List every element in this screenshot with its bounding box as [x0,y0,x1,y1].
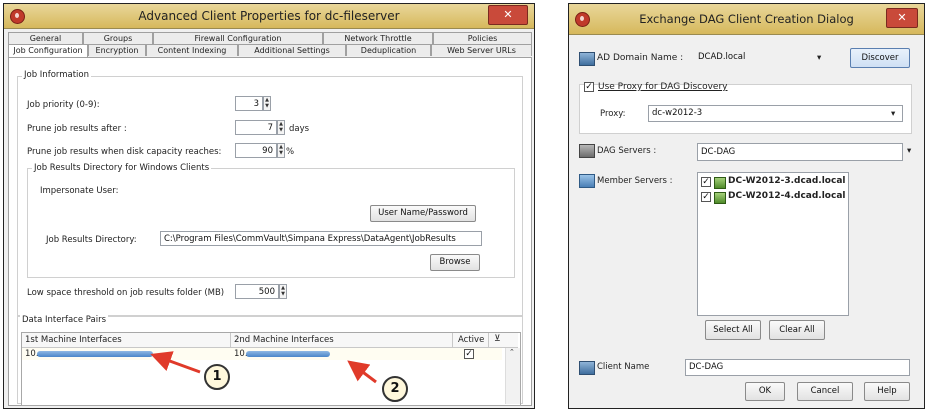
table-scrollbar[interactable]: ⌃ [505,348,520,404]
tab-firewall-configuration[interactable]: Firewall Configuration [153,32,323,44]
prune-after-label: Prune job results after : [27,124,127,134]
cancel-button[interactable]: Cancel [797,382,853,401]
job-results-directory-label: Job Results Directory: [46,235,137,245]
member-server-checkbox[interactable]: ✓ [701,192,711,202]
list-item[interactable]: ✓ DC-W2012-4.dcad.local [701,191,846,204]
browse-button[interactable]: Browse [430,254,480,271]
use-proxy-checkbox[interactable]: ✓ [584,82,594,92]
member-servers-label: Member Servers : [597,176,673,186]
dag-servers-icon [579,144,595,158]
member-servers-icon [579,174,595,188]
data-interface-pairs-title: Data Interface Pairs [20,315,108,325]
column-chooser-icon[interactable]: ⊻ [494,334,501,344]
dag-servers-label: DAG Servers : [597,146,657,156]
prune-after-input[interactable]: 7 [235,120,277,135]
prune-after-spinner[interactable]: ▲ ▼ [277,120,285,135]
callout-badge-1: 1 [204,364,230,390]
low-space-input[interactable]: 500 [235,284,279,299]
col-1st-machine-interfaces[interactable]: 1st Machine Interfaces [25,335,122,345]
job-results-directory-title: Job Results Directory for Windows Client… [32,163,212,173]
server-icon [714,177,726,189]
tab-general[interactable]: General [8,32,83,44]
low-space-spinner[interactable]: ▲ ▼ [279,284,287,299]
proxy-label: Proxy: [600,109,626,119]
ad-domain-label: AD Domain Name : [597,53,684,63]
tab-network-throttle[interactable]: Network Throttle [323,32,433,44]
discover-button[interactable]: Discover [850,48,910,68]
use-proxy-label[interactable]: Use Proxy for DAG Discovery [598,82,728,92]
impersonate-user-label: Impersonate User: [40,186,119,196]
left-close-button[interactable]: ✕ [488,5,528,25]
job-results-directory-input[interactable]: C:\Program Files\CommVault\Simpana Expre… [160,231,482,246]
right-titlebar: Exchange DAG Client Creation Dialog ✕ [569,4,924,35]
job-priority-label: Job priority (0-9): [27,100,100,110]
domain-icon [579,52,595,66]
tab-row-bottom: Job Configuration Encryption Content Ind… [8,44,532,57]
select-all-button[interactable]: Select All [705,320,761,340]
proxy-group: ✓ Use Proxy for DAG Discovery Proxy: dc-… [579,82,912,134]
proxy-dropdown-icon[interactable]: ▾ [891,109,895,119]
table-header: 1st Machine Interfaces 2nd Machine Inter… [22,333,518,348]
job-priority-input[interactable]: 3 [235,96,263,111]
tab-groups[interactable]: Groups [83,32,153,44]
prune-disk-label: Prune job results when disk capacity rea… [27,147,222,157]
dag-servers-dropdown-icon[interactable]: ▾ [907,146,911,156]
tab-policies[interactable]: Policies [433,32,532,44]
client-name-label: Client Name [597,362,650,372]
low-space-label: Low space threshold on job results folde… [27,288,225,298]
user-name-password-button[interactable]: User Name/Password [370,205,476,222]
callout-badge-2: 2 [382,376,408,402]
tab-additional-settings[interactable]: Additional Settings [238,44,346,56]
advanced-client-properties-window: Advanced Client Properties for dc-filese… [3,3,535,409]
job-information-title: Job Information [22,70,92,80]
dag-servers-select[interactable]: DC-DAG [697,143,903,161]
prune-disk-input[interactable]: 90 [235,143,277,158]
prune-disk-unit: % [286,147,295,157]
ad-domain-input[interactable]: DCAD.local [694,49,784,65]
col-divider [488,333,489,347]
member-servers-list[interactable]: ✓ DC-W2012-3.dcad.local ✓ DC-W2012-4.dca… [697,172,849,316]
prune-after-unit: days [289,124,310,134]
ok-button[interactable]: OK [745,382,785,401]
client-name-input[interactable]: DC-DAG [685,359,910,376]
col-divider [452,333,453,347]
active-checkbox[interactable]: ✓ [464,349,474,359]
job-configuration-panel: Job Information Job priority (0-9): 3 ▲ ▼… [8,57,532,406]
col-divider [230,333,231,347]
tab-encryption[interactable]: Encryption [88,44,146,56]
list-item[interactable]: ✓ DC-W2012-3.dcad.local [701,176,846,189]
tab-deduplication[interactable]: Deduplication [346,44,431,56]
clear-all-button[interactable]: Clear All [769,320,825,340]
col-active[interactable]: Active [458,335,484,345]
right-close-button[interactable]: ✕ [886,8,918,28]
ad-domain-dropdown-icon[interactable]: ▾ [817,53,821,63]
prune-disk-spinner[interactable]: ▲ ▼ [277,143,285,158]
tab-job-configuration[interactable]: Job Configuration [8,44,88,57]
left-titlebar: Advanced Client Properties for dc-filese… [4,4,534,29]
redacted-ip-2 [246,351,330,357]
left-window-title: Advanced Client Properties for dc-filese… [138,9,400,23]
scroll-up-icon[interactable]: ⌃ [509,348,515,356]
member-server-checkbox[interactable]: ✓ [701,177,711,187]
member-server-name: DC-W2012-4.dcad.local [728,191,846,201]
tab-web-server-urls[interactable]: Web Server URLs [431,44,532,56]
proxy-select[interactable]: dc-w2012-3 [648,105,903,122]
member-server-name: DC-W2012-3.dcad.local [728,176,846,186]
exchange-dag-client-dialog: Exchange DAG Client Creation Dialog ✕ AD… [568,3,925,409]
data-interface-table: 1st Machine Interfaces 2nd Machine Inter… [21,332,521,406]
job-results-directory-group: Job Results Directory for Windows Client… [27,163,515,278]
table-row[interactable]: 10. 10. ✓ [22,348,502,360]
right-window-title: Exchange DAG Client Creation Dialog [639,12,854,26]
help-button[interactable]: Help [864,382,910,401]
job-priority-spinner[interactable]: ▲ ▼ [263,96,271,111]
col-2nd-machine-interfaces[interactable]: 2nd Machine Interfaces [234,335,334,345]
server-icon [714,192,726,204]
client-icon [579,361,595,375]
redacted-ip-1 [37,351,153,357]
tab-content-indexing[interactable]: Content Indexing [146,44,238,56]
